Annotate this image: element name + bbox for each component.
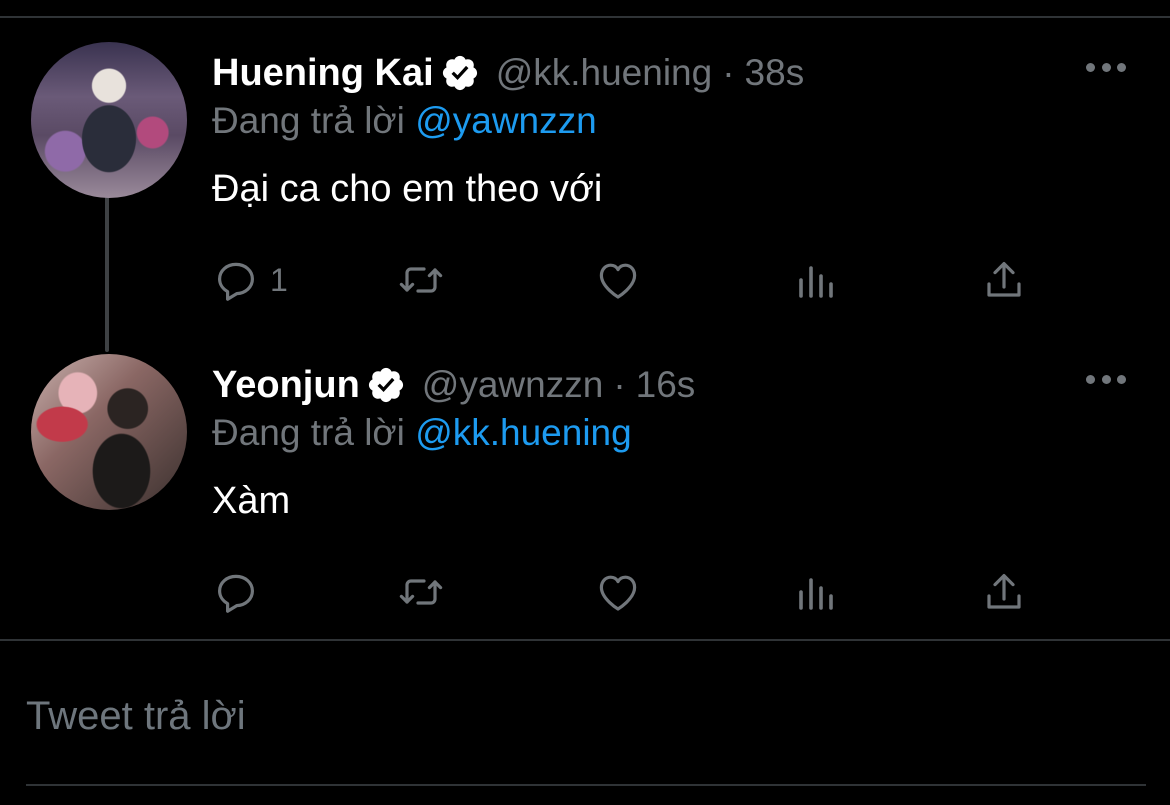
reply-input[interactable]: [26, 686, 1146, 746]
author-handle[interactable]: @kk.huening: [496, 52, 713, 94]
share-icon: [980, 256, 1028, 304]
reply-button[interactable]: [212, 564, 270, 620]
replying-to-label: Đang trả lời: [212, 100, 405, 141]
author-name[interactable]: Huening Kai: [212, 52, 434, 95]
replying-to-label: Đang trả lời: [212, 412, 405, 453]
tweet[interactable]: Huening Kai @kk.huening · 38s Đang trả l…: [0, 30, 1170, 330]
tweet-actions: [212, 564, 1042, 620]
tweet-time[interactable]: 38s: [745, 52, 805, 94]
retweet-icon: [397, 256, 445, 304]
separator-dot: ·: [722, 52, 735, 93]
reply-icon: [212, 568, 260, 616]
share-button[interactable]: [980, 252, 1028, 308]
share-icon: [980, 568, 1028, 616]
reply-composer[interactable]: [26, 686, 1146, 746]
reply-icon: [212, 256, 260, 304]
views-icon: [792, 256, 840, 304]
replying-to: Đang trả lời @kk.huening: [212, 412, 632, 454]
author-handle[interactable]: @yawnzzn: [422, 364, 604, 406]
retweet-button[interactable]: [397, 564, 445, 620]
more-icon[interactable]: [1086, 60, 1126, 74]
replying-to-mention[interactable]: @yawnzzn: [415, 100, 597, 141]
retweet-icon: [397, 568, 445, 616]
like-button[interactable]: [594, 564, 642, 620]
author-name[interactable]: Yeonjun: [212, 364, 360, 407]
tweet-time[interactable]: 16s: [636, 364, 696, 406]
like-icon: [594, 568, 642, 616]
more-icon[interactable]: [1086, 372, 1126, 386]
reply-button[interactable]: 1: [212, 252, 288, 308]
composer-divider: [0, 639, 1170, 641]
retweet-button[interactable]: [397, 252, 445, 308]
reply-count: 1: [270, 261, 288, 298]
composer-underline: [26, 784, 1146, 786]
tweet-header: Huening Kai @kk.huening · 38s: [212, 48, 804, 98]
tweet-header: Yeonjun @yawnzzn · 16s: [212, 360, 695, 410]
like-button[interactable]: [594, 252, 642, 308]
replying-to: Đang trả lời @yawnzzn: [212, 100, 597, 142]
views-icon: [792, 568, 840, 616]
tweet-actions: 1: [212, 252, 1042, 308]
tweet-text: Đại ca cho em theo với: [212, 168, 603, 210]
tweet-text: Xàm: [212, 480, 291, 522]
views-button[interactable]: [792, 564, 840, 620]
like-icon: [594, 256, 642, 304]
share-button[interactable]: [980, 564, 1028, 620]
avatar[interactable]: [31, 42, 187, 198]
separator-dot: ·: [613, 364, 626, 405]
verified-badge-icon: [440, 53, 480, 93]
tweet[interactable]: Yeonjun @yawnzzn · 16s Đang trả lời @kk.…: [0, 342, 1170, 642]
views-button[interactable]: [792, 252, 840, 308]
replying-to-mention[interactable]: @kk.huening: [415, 412, 632, 453]
top-divider: [0, 16, 1170, 18]
verified-badge-icon: [366, 365, 406, 405]
avatar[interactable]: [31, 354, 187, 510]
